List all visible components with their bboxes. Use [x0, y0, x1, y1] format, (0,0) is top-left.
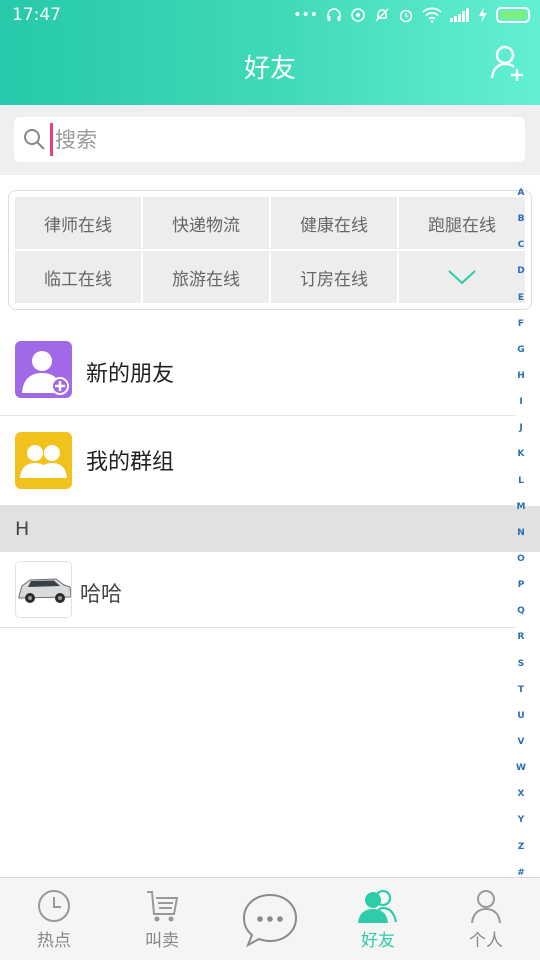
index-letter[interactable]: B: [518, 214, 525, 224]
index-letter[interactable]: X: [518, 789, 525, 799]
tab-label: 叫卖: [145, 931, 179, 951]
category-express[interactable]: 快递物流: [143, 197, 269, 249]
more-dots-icon: •••: [293, 7, 318, 23]
chevron-down-icon: [448, 270, 476, 285]
contact-name: 哈哈: [80, 582, 122, 606]
new-friend-icon: [15, 341, 72, 398]
my-groups-label: 我的群组: [86, 450, 175, 475]
index-letter[interactable]: J: [519, 423, 522, 433]
category-panel: 律师在线 快递物流 健康在线 跑腿在线 临工在线 旅游在线 订房在线: [8, 190, 532, 310]
tab-friends[interactable]: 好友: [324, 878, 432, 960]
index-letter[interactable]: G: [517, 345, 524, 355]
sync-icon: [351, 8, 365, 22]
new-friends-label: 新的朋友: [86, 362, 175, 387]
status-time: 17:47: [12, 5, 61, 25]
search-icon: [24, 129, 45, 150]
index-letter[interactable]: S: [518, 659, 524, 669]
category-lawyer[interactable]: 律师在线: [15, 197, 141, 249]
category-grid: 律师在线 快递物流 健康在线 跑腿在线 临工在线 旅游在线 订房在线: [15, 197, 525, 303]
index-letter[interactable]: Z: [518, 842, 525, 852]
status-bar: 17:47 •••: [0, 0, 540, 32]
status-icons: •••: [293, 6, 530, 24]
index-letter[interactable]: C: [518, 240, 525, 250]
section-header: H: [0, 506, 540, 552]
person-icon: [471, 890, 501, 924]
category-travel[interactable]: 旅游在线: [143, 251, 269, 303]
search-bar: [0, 105, 540, 175]
tab-label: 好友: [361, 931, 395, 951]
index-letter[interactable]: U: [517, 711, 524, 721]
index-letter[interactable]: V: [518, 737, 525, 747]
category-health[interactable]: 健康在线: [271, 197, 397, 249]
tab-sell[interactable]: 叫卖: [108, 878, 216, 960]
index-letter[interactable]: R: [518, 632, 525, 642]
section-letter: H: [15, 518, 30, 540]
tab-hot[interactable]: 热点: [0, 878, 108, 960]
index-letter[interactable]: K: [518, 449, 525, 459]
group-icon: [15, 432, 72, 489]
index-letter[interactable]: F: [518, 319, 524, 329]
chat-bubble-icon[interactable]: [242, 892, 298, 948]
battery-icon: [496, 7, 530, 23]
index-letter[interactable]: D: [517, 266, 524, 276]
add-friend-icon[interactable]: [490, 44, 526, 82]
index-letter[interactable]: E: [518, 293, 524, 303]
category-errand[interactable]: 跑腿在线: [399, 197, 525, 249]
tab-profile[interactable]: 个人: [432, 878, 540, 960]
index-letter[interactable]: A: [518, 188, 525, 198]
category-temp-work[interactable]: 临工在线: [15, 251, 141, 303]
index-letter[interactable]: W: [516, 763, 526, 773]
header-bar: 17:47 ••• 好友: [0, 0, 540, 105]
index-letter[interactable]: N: [517, 528, 525, 538]
alarm-icon: [399, 9, 413, 23]
index-letter[interactable]: Q: [517, 606, 525, 616]
bottom-nav: 热点 叫卖 好友 个人: [0, 877, 540, 960]
headphones-icon: [327, 8, 341, 21]
contact-row[interactable]: 哈哈: [0, 552, 515, 628]
charging-icon: [479, 7, 487, 23]
new-friends-row[interactable]: 新的朋友: [0, 326, 515, 416]
tab-label: 个人: [469, 931, 503, 951]
mute-icon: [375, 8, 389, 22]
expand-categories-button[interactable]: [399, 251, 525, 303]
contact-avatar: [15, 561, 72, 618]
my-groups-row[interactable]: 我的群组: [0, 416, 515, 506]
page-title: 好友: [243, 54, 296, 84]
tab-label: 热点: [37, 931, 71, 951]
index-letter[interactable]: I: [519, 397, 522, 407]
index-letter[interactable]: T: [518, 685, 524, 695]
wifi-icon: [422, 7, 442, 23]
search-input[interactable]: [50, 123, 510, 156]
category-booking[interactable]: 订房在线: [271, 251, 397, 303]
signal-icon: [450, 8, 469, 22]
index-letter[interactable]: H: [517, 371, 525, 381]
index-letter[interactable]: O: [517, 554, 525, 564]
clock-icon: [38, 890, 70, 922]
cart-icon: [147, 891, 179, 922]
index-letter[interactable]: M: [517, 502, 526, 512]
index-letter[interactable]: Y: [518, 815, 525, 825]
index-letter[interactable]: P: [518, 580, 525, 590]
friends-icon: [358, 889, 398, 923]
alphabet-index[interactable]: A B C D E F G H I J K L M N O P Q R S T …: [516, 188, 526, 878]
index-letter[interactable]: L: [518, 476, 524, 486]
search-box[interactable]: [14, 117, 525, 162]
